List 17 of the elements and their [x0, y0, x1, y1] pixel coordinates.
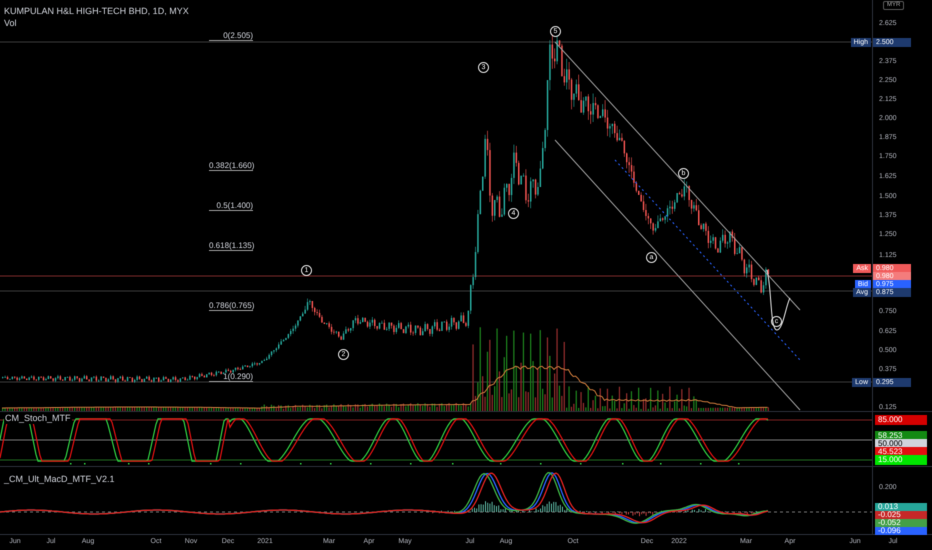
indicator-value: -0.052: [875, 519, 927, 527]
indicator-value: 85.000: [875, 415, 927, 425]
fib-level-label: 0.786(0.765): [209, 301, 253, 311]
fib-level-label: 0.382(1.660): [209, 161, 253, 171]
indicator-title: CM_Stoch_MTF: [4, 413, 72, 424]
indicator-value: -0.025: [875, 511, 927, 519]
fib-level-label: 1(0.290): [209, 372, 253, 382]
indicator-title: _CM_Ult_MacD_MTF_V2.1: [4, 473, 115, 486]
fib-level-label: 0.618(1.135): [209, 241, 253, 251]
projection-curve: [766, 270, 790, 330]
fib-level-label: 0.5(1.400): [209, 201, 253, 211]
indicator-value: 0.013: [875, 503, 927, 511]
indicator-value: 15.000: [875, 455, 927, 465]
symbol-title: KUMPULAN H&L HIGH-TECH BHD, 1D, MYX: [4, 5, 189, 18]
indicator-value: -0.096: [875, 527, 927, 535]
fib-level-label: 0(2.505): [209, 31, 253, 41]
volume-label: Vol: [4, 17, 17, 30]
